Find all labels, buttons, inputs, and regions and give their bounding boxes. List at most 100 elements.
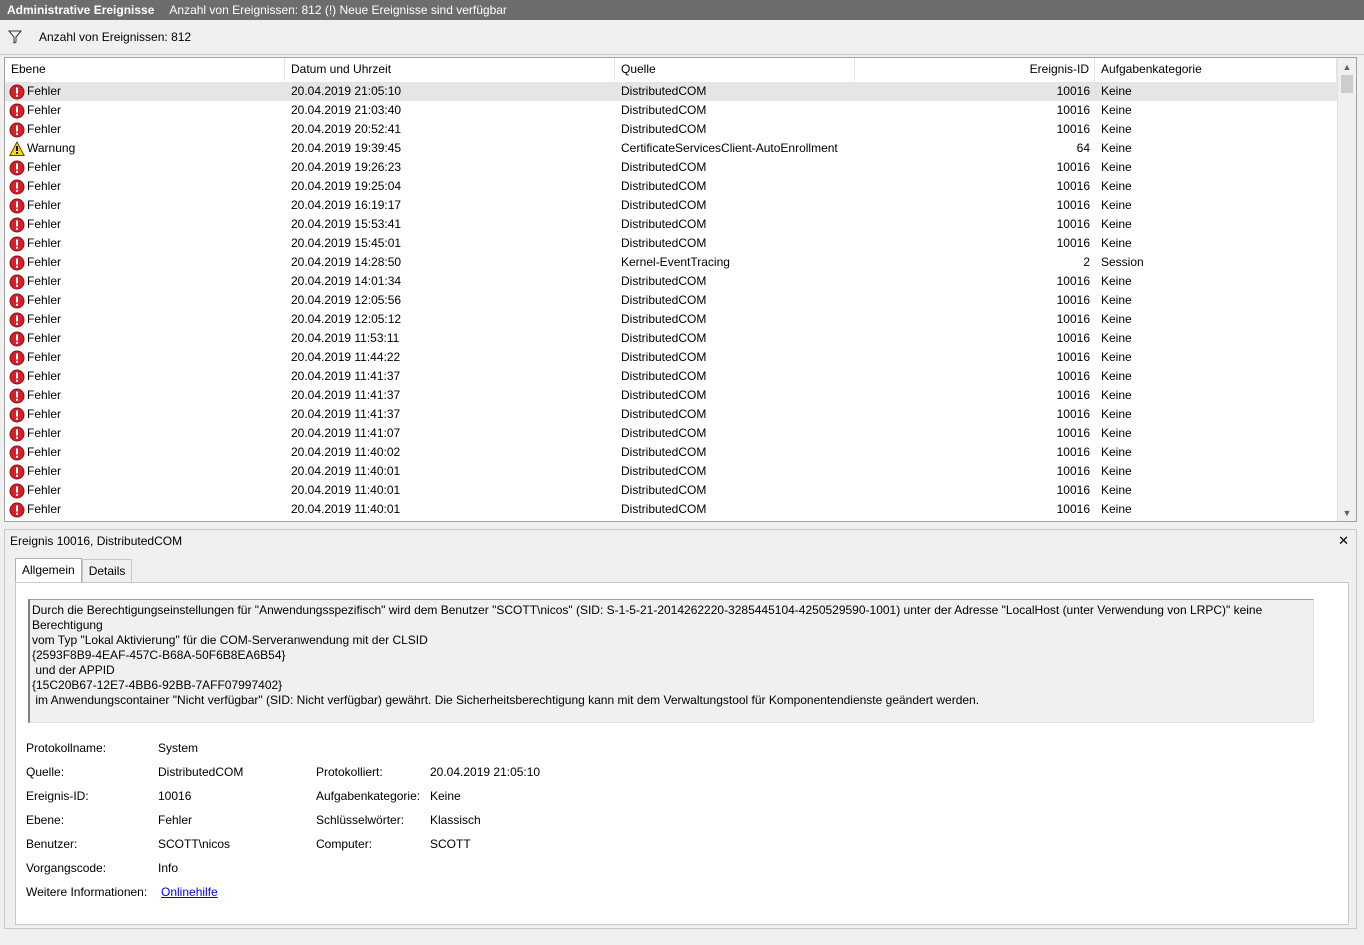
table-row[interactable]: Fehler 20.04.2019 11:41:37 DistributedCOM 1… [5, 367, 1337, 386]
cell-event-id: 10016 [1056, 483, 1090, 497]
table-row[interactable]: Fehler 20.04.2019 11:44:22 DistributedCOM 1… [5, 348, 1337, 367]
table-row[interactable]: Fehler 20.04.2019 11:40:02 DistributedCOM 1… [5, 443, 1337, 462]
table-row[interactable]: Fehler 20.04.2019 12:05:56 DistributedCOM 1… [5, 291, 1337, 310]
cell-level-text: Fehler [27, 84, 62, 98]
event-list[interactable]: Ebene Datum und Uhrzeit Quelle Ereignis-… [4, 57, 1357, 522]
cell-category: Keine [1101, 483, 1132, 497]
table-row[interactable]: Fehler 20.04.2019 11:40:01 DistributedCOM 1… [5, 481, 1337, 500]
event-message[interactable]: Durch die Berechtigungseinstellungen für… [28, 599, 1314, 723]
error-icon [9, 369, 25, 385]
cell-source: DistributedCOM [621, 103, 707, 117]
label-aufgabenkategorie: Aufgabenkategorie: [316, 789, 421, 803]
cell-level: Fehler [5, 443, 285, 462]
cell-level-text: Fehler [27, 103, 62, 117]
cell-event-id: 10016 [1056, 236, 1090, 250]
table-row[interactable]: Fehler 20.04.2019 11:41:07 DistributedCOM 1… [5, 424, 1337, 443]
cell-level-text: Fehler [27, 312, 62, 326]
cell-source: DistributedCOM [621, 236, 707, 250]
error-icon [9, 160, 25, 176]
table-row[interactable]: Fehler 20.04.2019 12:05:12 DistributedCOM 1… [5, 310, 1337, 329]
cell-event-id: 10016 [1056, 407, 1090, 421]
cell-category: Keine [1101, 198, 1132, 212]
table-row[interactable]: Fehler 20.04.2019 19:25:04 DistributedCOM 1… [5, 177, 1337, 196]
table-row[interactable]: Fehler 20.04.2019 19:26:23 DistributedCOM 1… [5, 158, 1337, 177]
cell-category: Keine [1101, 160, 1132, 174]
cell-level-text: Warnung [27, 141, 76, 155]
label-schluesselwoerter: Schlüsselwörter: [316, 813, 405, 827]
tab-panel-allgemein: Durch die Berechtigungseinstellungen für… [15, 582, 1349, 925]
vertical-scrollbar[interactable]: ▲ ▼ [1337, 58, 1356, 521]
cell-event-id: 10016 [1056, 445, 1090, 459]
cell-category: Keine [1101, 293, 1132, 307]
filter-icon[interactable] [8, 30, 22, 44]
cell-level: Fehler [5, 329, 285, 348]
table-row[interactable]: Warnung 20.04.2019 19:39:45 CertificateSer… [5, 139, 1337, 158]
tab-allgemein[interactable]: Allgemein [15, 558, 82, 582]
cell-source: DistributedCOM [621, 274, 707, 288]
cell-source: DistributedCOM [621, 179, 707, 193]
cell-category: Keine [1101, 179, 1132, 193]
error-icon [9, 274, 25, 290]
table-row[interactable]: Fehler 20.04.2019 21:03:40 DistributedCOM 1… [5, 101, 1337, 120]
column-header-event-id[interactable]: Ereignis-ID [855, 58, 1095, 81]
cell-level-text: Fehler [27, 407, 62, 421]
cell-category: Session [1101, 255, 1144, 269]
cell-level-text: Fehler [27, 464, 62, 478]
value-protokolliert: 20.04.2019 21:05:10 [430, 765, 541, 779]
table-row[interactable]: Fehler 20.04.2019 14:28:50 Kernel-EventTra… [5, 253, 1337, 272]
cell-category: Keine [1101, 350, 1132, 364]
list-body: Fehler 20.04.2019 21:05:10 DistributedCOM 1… [5, 82, 1337, 521]
label-ebene: Ebene: [26, 813, 65, 827]
cell-level: Fehler [5, 462, 285, 481]
column-header-category[interactable]: Aufgabenkategorie [1095, 58, 1337, 81]
cell-source: DistributedCOM [621, 331, 707, 345]
event-detail-pane: Ereignis 10016, DistributedCOM ✕ Allgeme… [4, 529, 1357, 929]
label-ereignis-id: Ereignis-ID: [26, 789, 89, 803]
cell-level: Fehler [5, 82, 285, 101]
cell-event-id: 10016 [1056, 369, 1090, 383]
filter-bar: Anzahl von Ereignissen: 812 [0, 20, 1364, 55]
table-row[interactable]: Fehler 20.04.2019 11:40:01 DistributedCOM 1… [5, 500, 1337, 519]
scroll-down-icon[interactable]: ▼ [1338, 504, 1356, 521]
table-row[interactable]: Fehler 20.04.2019 21:05:10 DistributedCOM 1… [5, 82, 1337, 101]
cell-category: Keine [1101, 217, 1132, 231]
cell-date: 20.04.2019 11:41:37 [291, 369, 401, 383]
error-icon [9, 483, 25, 499]
table-row[interactable]: Fehler 20.04.2019 15:45:01 DistributedCOM 1… [5, 234, 1337, 253]
table-row[interactable]: Fehler 20.04.2019 11:40:01 DistributedCOM 1… [5, 462, 1337, 481]
cell-source: DistributedCOM [621, 198, 707, 212]
cell-level: Fehler [5, 196, 285, 215]
column-header-level[interactable]: Ebene [5, 58, 285, 81]
close-icon[interactable]: ✕ [1338, 530, 1349, 552]
column-header-source[interactable]: Quelle [615, 58, 855, 81]
filter-count-text: Anzahl von Ereignissen: 812 [39, 30, 192, 44]
scroll-thumb[interactable] [1341, 75, 1353, 93]
table-row[interactable]: Fehler 20.04.2019 16:19:17 DistributedCOM 1… [5, 196, 1337, 215]
cell-level-text: Fehler [27, 483, 62, 497]
warning-icon [8, 140, 26, 157]
table-row[interactable]: Fehler 20.04.2019 14:01:34 DistributedCOM 1… [5, 272, 1337, 291]
tab-details[interactable]: Details [81, 559, 133, 582]
table-row[interactable]: Fehler 20.04.2019 11:41:37 DistributedCOM 1… [5, 405, 1337, 424]
value-quelle: DistributedCOM [158, 765, 244, 779]
error-icon [9, 502, 25, 518]
table-row[interactable]: Fehler 20.04.2019 11:53:11 DistributedCOM 1… [5, 329, 1337, 348]
online-help-link[interactable]: Onlinehilfe [161, 885, 218, 899]
table-row[interactable]: Fehler 20.04.2019 20:52:41 DistributedCOM 1… [5, 120, 1337, 139]
cell-date: 20.04.2019 11:40:01 [291, 483, 401, 497]
error-icon [9, 293, 25, 309]
cell-source: DistributedCOM [621, 122, 707, 136]
scroll-up-icon[interactable]: ▲ [1338, 58, 1356, 75]
table-row[interactable]: Fehler 20.04.2019 11:41:37 DistributedCOM 1… [5, 386, 1337, 405]
label-protokolliert: Protokolliert: [316, 765, 383, 779]
table-row[interactable]: Fehler 20.04.2019 15:53:41 DistributedCOM 1… [5, 215, 1337, 234]
label-computer: Computer: [316, 837, 373, 851]
cell-category: Keine [1101, 236, 1132, 250]
cell-event-id: 10016 [1056, 198, 1090, 212]
cell-category: Keine [1101, 407, 1132, 421]
cell-source: DistributedCOM [621, 160, 707, 174]
column-header-date[interactable]: Datum und Uhrzeit [285, 58, 615, 81]
list-header: Ebene Datum und Uhrzeit Quelle Ereignis-… [5, 58, 1337, 81]
value-schluesselwoerter: Klassisch [430, 813, 481, 827]
value-ebene: Fehler [158, 813, 193, 827]
